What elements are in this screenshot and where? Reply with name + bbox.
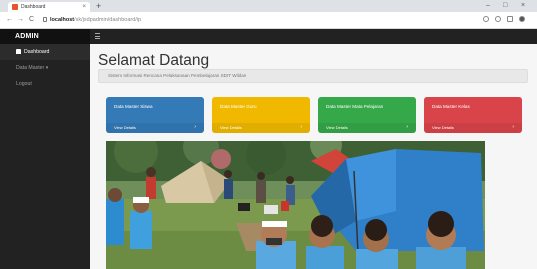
sidebar: ADMIN Dashboard Data Master ▾ Logout <box>0 29 90 269</box>
card-data-master-mata-pelajaran: Data Master Mata Pelajaran View Details … <box>318 97 416 133</box>
chevron-right-icon: › <box>512 124 514 130</box>
view-details-link[interactable]: View Details <box>114 125 136 130</box>
browser-tab[interactable]: Dashboard × <box>8 2 90 12</box>
tab-strip: Dashboard × + – □ × <box>0 0 537 12</box>
view-details-link[interactable]: View Details <box>326 125 348 130</box>
sidebar-item-logout[interactable]: Logout <box>0 76 90 92</box>
profile-icon[interactable] <box>519 16 525 22</box>
page-title: Selamat Datang <box>98 52 210 69</box>
reading-list-icon[interactable] <box>507 16 513 22</box>
view-details-link[interactable]: View Details <box>220 125 242 130</box>
card-data-master-siswa: Data Master Siswa View Details › <box>106 97 204 133</box>
top-navbar <box>90 29 537 44</box>
card-title: Data Master Siswa <box>114 104 153 109</box>
hamburger-icon[interactable] <box>95 33 100 41</box>
sidebar-item-label: Data Master ▾ <box>16 65 49 71</box>
reload-icon[interactable]: C <box>29 16 34 24</box>
chevron-right-icon: › <box>406 124 408 130</box>
card-title: Data Master Kelas <box>432 104 470 109</box>
school-photo <box>106 141 485 269</box>
sidebar-item-dashboard[interactable]: Dashboard <box>0 44 90 60</box>
brand-logo[interactable]: ADMIN <box>0 29 90 44</box>
url-path: /sk/jsdpadmin/dashboard/ip <box>74 17 142 23</box>
star-icon[interactable] <box>495 16 501 22</box>
card-footer-link[interactable]: View Details › <box>106 123 204 133</box>
main-content: Selamat Datang Sistem Informasi Rencana … <box>90 44 537 269</box>
url-field[interactable]: localhost/sk/jsdpadmin/dashboard/ip <box>50 16 141 24</box>
favicon-icon <box>12 4 18 10</box>
new-tab-button[interactable]: + <box>96 1 101 11</box>
maximize-button[interactable]: □ <box>503 1 507 10</box>
card-data-master-kelas: Data Master Kelas View Details › <box>424 97 522 133</box>
close-window-button[interactable]: × <box>521 1 525 10</box>
home-icon <box>16 49 21 54</box>
card-title: Data Master Mata Pelajaran <box>326 104 384 109</box>
browser-window: Dashboard × + – □ × ← → C localhost/sk/j… <box>0 0 537 269</box>
tab-title: Dashboard <box>21 4 46 10</box>
url-host: localhost <box>50 17 75 23</box>
extension-icon[interactable] <box>483 16 489 22</box>
address-bar: ← → C localhost/sk/jsdpadmin/dashboard/i… <box>0 12 537 29</box>
lock-icon <box>43 17 47 22</box>
chevron-right-icon: › <box>300 124 302 130</box>
back-icon[interactable]: ← <box>6 16 13 24</box>
sidebar-item-label: Logout <box>16 81 32 87</box>
chevron-right-icon: › <box>194 124 196 130</box>
card-footer-link[interactable]: View Details › <box>212 123 310 133</box>
tab-close-icon[interactable]: × <box>82 4 86 10</box>
sidebar-item-label: Dashboard <box>24 49 50 55</box>
card-data-master-guru: Data Master Guru View Details › <box>212 97 310 133</box>
minimize-button[interactable]: – <box>486 1 490 10</box>
card-footer-link[interactable]: View Details › <box>318 123 416 133</box>
forward-icon[interactable]: → <box>17 16 24 24</box>
card-footer-link[interactable]: View Details › <box>424 123 522 133</box>
info-banner: Sistem Informasi Rencana Pelaksanaan Pem… <box>98 69 528 83</box>
card-title: Data Master Guru <box>220 104 257 109</box>
view-details-link[interactable]: View Details <box>432 125 454 130</box>
sidebar-item-data-master[interactable]: Data Master ▾ <box>0 60 90 76</box>
